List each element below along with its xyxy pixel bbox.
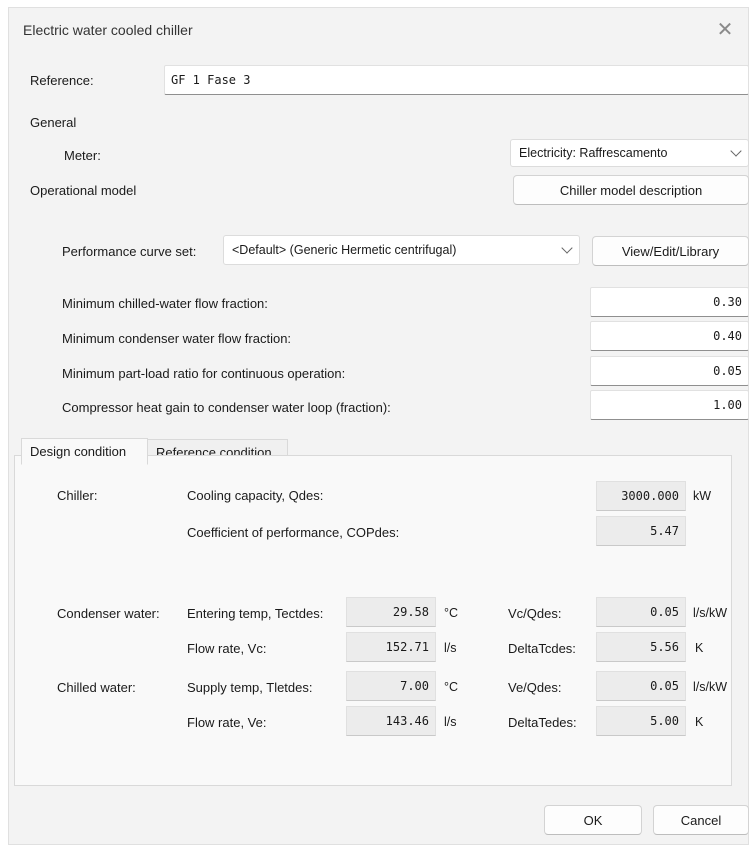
min-part-load-value: 0.05	[713, 364, 742, 378]
chiller-model-description-button[interactable]: Chiller model description	[513, 175, 749, 205]
chevron-down-icon	[561, 242, 573, 254]
compressor-heat-gain-label: Compressor heat gain to condenser water …	[62, 400, 391, 415]
operational-model-label: Operational model	[30, 183, 137, 198]
min-condenser-flow-value: 0.40	[713, 329, 742, 343]
delta-tcdes-unit: K	[695, 641, 704, 655]
window-title: Electric water cooled chiller	[23, 22, 193, 38]
reference-value: GF 1 Fase 3	[171, 73, 251, 87]
chilled-temp-unit: °C	[444, 680, 459, 694]
meter-select-value: Electricity: Raffrescamento	[519, 146, 668, 160]
ve-qdes-label: Ve/Qdes:	[508, 680, 562, 695]
chilled-flow-label: Flow rate, Ve:	[187, 715, 267, 730]
ve-qdes-unit: l/s/kW	[693, 680, 728, 694]
min-chilled-flow-value: 0.30	[713, 295, 742, 309]
ve-qdes-value: 0.05	[596, 671, 686, 701]
condenser-temp-label: Entering temp, Tectdes:	[187, 606, 324, 621]
tab-design-condition[interactable]: Design condition	[21, 438, 148, 465]
close-icon[interactable]: ✕	[712, 17, 738, 43]
min-condenser-flow-input[interactable]: 0.40	[590, 321, 749, 351]
vc-qdes-unit: l/s/kW	[693, 606, 728, 620]
delta-tedes-unit: K	[695, 715, 704, 729]
cooling-capacity-label: Cooling capacity, Qdes:	[187, 488, 324, 503]
delta-tedes-value: 5.00	[596, 706, 686, 736]
condenser-temp-value: 29.58	[346, 597, 436, 627]
condenser-flow-unit: l/s	[444, 641, 457, 655]
cooling-capacity-unit: kW	[693, 489, 712, 503]
chilled-flow-value: 143.46	[346, 706, 436, 736]
cooling-capacity-value: 3000.000	[596, 481, 686, 511]
title-bar: Electric water cooled chiller ✕	[9, 8, 748, 53]
min-chilled-flow-label: Minimum chilled-water flow fraction:	[62, 296, 268, 311]
condenser-flow-label: Flow rate, Vc:	[187, 641, 267, 656]
cop-value: 5.47	[596, 516, 686, 546]
chilled-temp-value: 7.00	[346, 671, 436, 701]
view-edit-library-button[interactable]: View/Edit/Library	[592, 236, 749, 266]
delta-tedes-label: DeltaTedes:	[508, 715, 577, 730]
performance-curve-select[interactable]: <Default> (Generic Hermetic centrifugal)	[223, 235, 580, 265]
chilled-temp-label: Supply temp, Tletdes:	[187, 680, 313, 695]
cop-label: Coefficient of performance, COPdes:	[187, 525, 400, 540]
chiller-section-label: Chiller:	[57, 488, 98, 503]
performance-curve-label: Performance curve set:	[62, 244, 197, 259]
ok-button[interactable]: OK	[544, 805, 642, 835]
performance-curve-value: <Default> (Generic Hermetic centrifugal)	[232, 243, 457, 257]
condenser-water-label: Condenser water:	[57, 606, 160, 621]
condenser-flow-value: 152.71	[346, 632, 436, 662]
min-condenser-flow-label: Minimum condenser water flow fraction:	[62, 331, 292, 346]
compressor-heat-gain-input[interactable]: 1.00	[590, 390, 749, 420]
min-chilled-flow-input[interactable]: 0.30	[590, 287, 749, 317]
cancel-button[interactable]: Cancel	[653, 805, 749, 835]
compressor-heat-gain-value: 1.00	[713, 398, 742, 412]
delta-tcdes-value: 5.56	[596, 632, 686, 662]
min-part-load-input[interactable]: 0.05	[590, 356, 749, 386]
chilled-flow-unit: l/s	[444, 715, 457, 729]
general-heading: General	[30, 115, 77, 130]
reference-label: Reference:	[30, 73, 94, 88]
meter-select[interactable]: Electricity: Raffrescamento	[510, 139, 749, 167]
min-part-load-label: Minimum part-load ratio for continuous o…	[62, 366, 346, 381]
reference-input[interactable]: GF 1 Fase 3	[164, 65, 749, 95]
vc-qdes-value: 0.05	[596, 597, 686, 627]
chilled-water-label: Chilled water:	[57, 680, 136, 695]
vc-qdes-label: Vc/Qdes:	[508, 606, 562, 621]
meter-label: Meter:	[64, 148, 101, 163]
condenser-temp-unit: °C	[444, 606, 459, 620]
delta-tcdes-label: DeltaTcdes:	[508, 641, 576, 656]
chevron-down-icon	[730, 145, 742, 157]
